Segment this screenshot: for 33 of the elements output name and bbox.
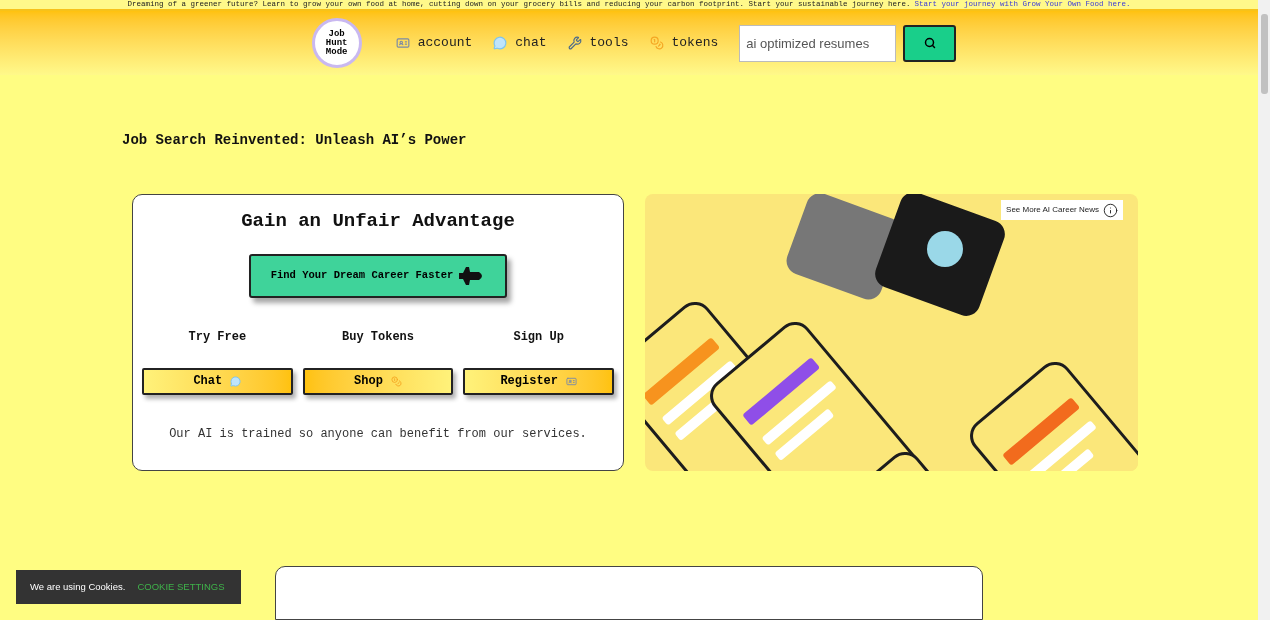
search-button[interactable] [903,24,957,62]
option-heading: Sign Up [513,328,564,346]
logo[interactable]: Job Hunt Mode [311,18,362,69]
logo-text: Hunt [325,38,348,48]
cta-button[interactable]: Find Your Dream Career Faster [249,253,507,298]
speech-bubble-icon [493,36,508,51]
card-note: Our AI is trained so anyone can benefit from our services. [169,425,587,443]
option-button[interactable]: Chat [142,367,293,395]
nav-link[interactable]: tools [567,33,629,53]
info-icon [1103,202,1118,218]
id-card-icon [566,375,577,387]
cookie-text: We are using Cookies. [30,579,126,594]
search-field[interactable]: ai optimized resumes [739,24,897,62]
id-card-icon [395,36,410,51]
news-badge[interactable]: See More AI Career News [1001,200,1123,221]
card-title: Gain an Unfair Advantage [241,209,515,235]
option-heading: Buy Tokens [342,328,414,346]
nav-link[interactable]: account [395,33,473,53]
cookie-settings-link[interactable]: COOKIE SETTINGS [137,579,225,595]
coin-icon [390,375,402,387]
page-headline: Job Search Reinvented: Unleash AI’s Power [122,131,467,151]
option-button[interactable]: Register [463,367,614,395]
nav-link[interactable]: tokens [649,33,719,53]
scrollbar[interactable] [1258,0,1270,620]
coin-icon [649,36,664,51]
speech-bubble-icon [230,375,242,387]
nav-link[interactable]: chat [493,33,547,53]
wrench-icon [567,36,582,51]
logo-text: Job [328,29,345,39]
option-button[interactable]: Shop [302,367,454,395]
logo-text: Mode [325,47,348,57]
option-heading: Try Free [188,328,247,346]
search-icon [923,37,936,50]
